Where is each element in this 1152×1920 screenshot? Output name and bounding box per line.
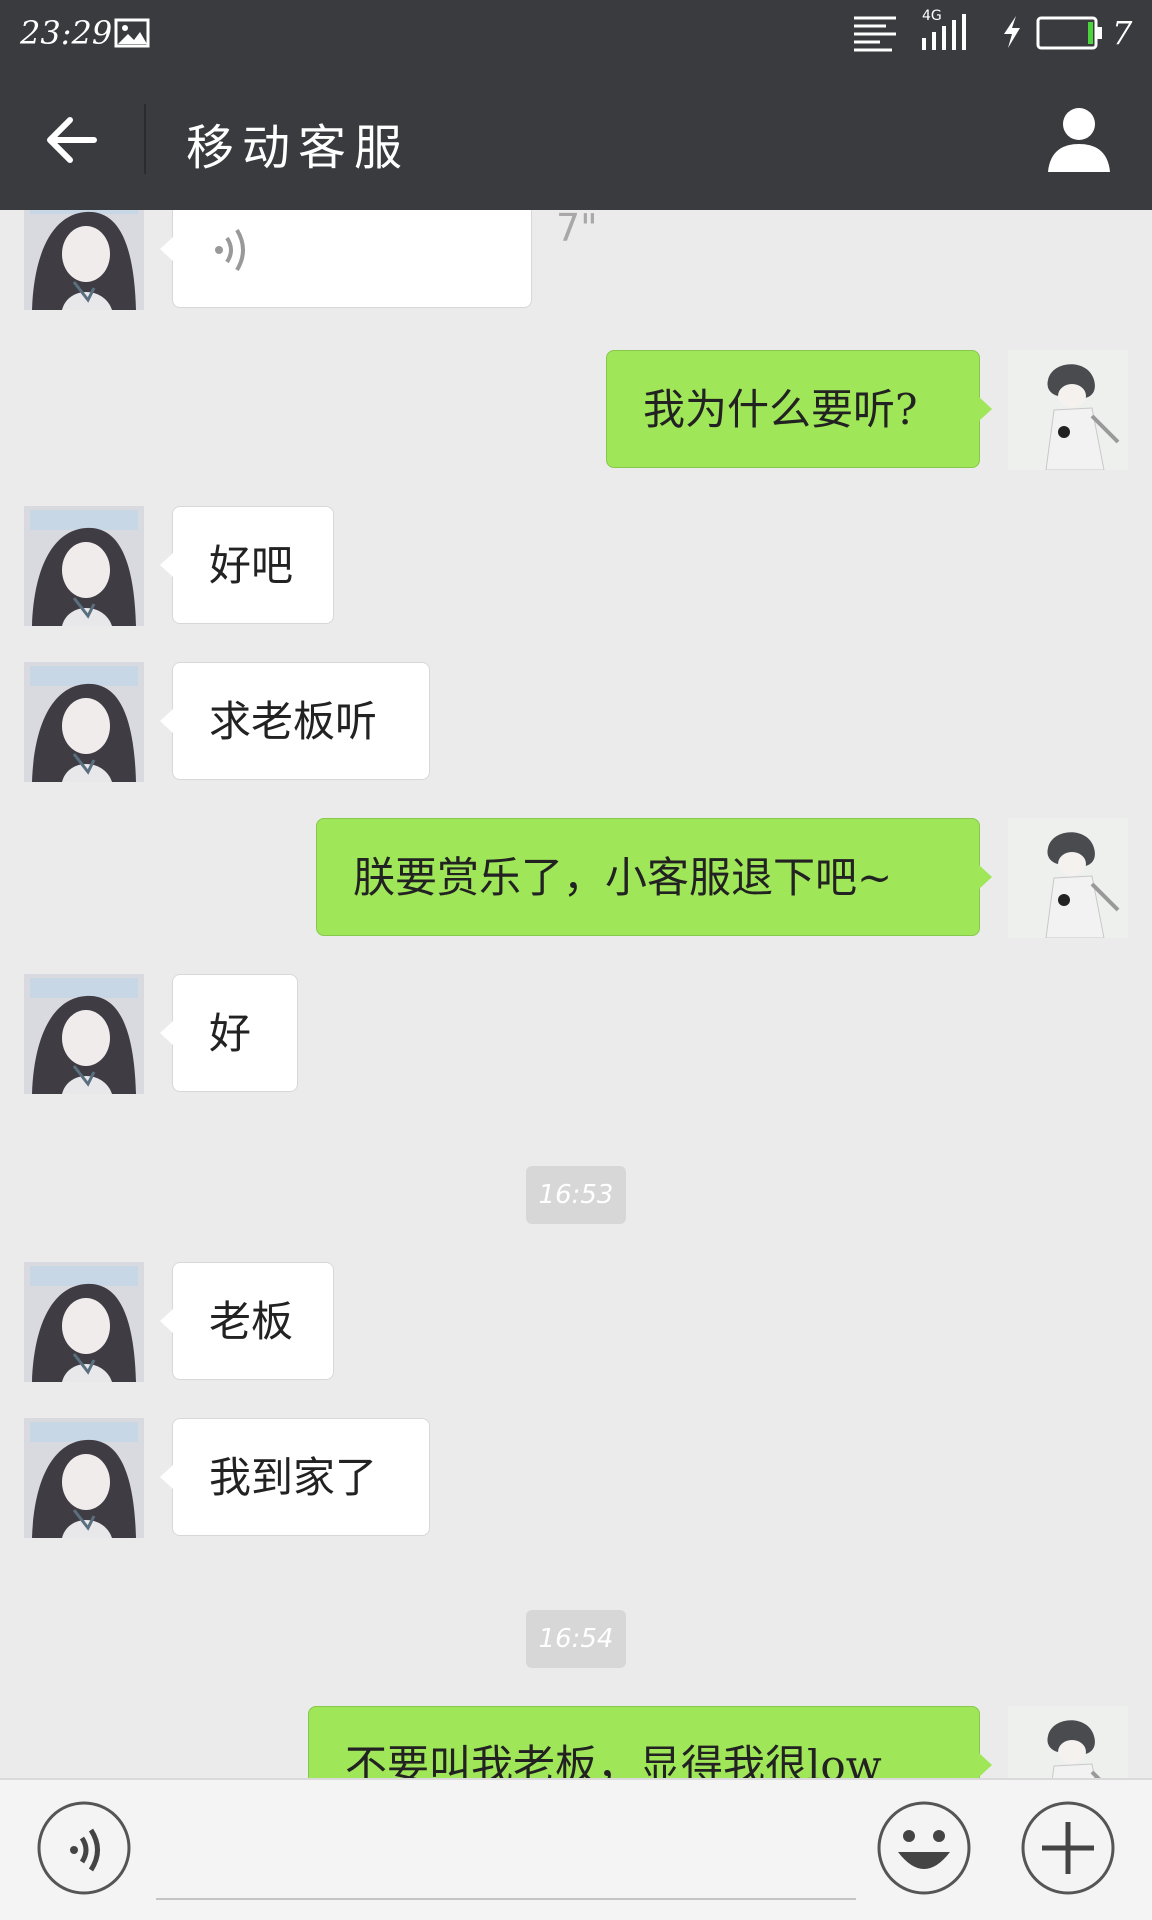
arrow-left-icon	[47, 117, 97, 163]
voice-toggle-button[interactable]	[36, 1800, 132, 1900]
profile-button[interactable]	[1046, 104, 1112, 174]
voice-toggle-icon	[37, 1801, 131, 1895]
outgoing-message-bubble[interactable]: 不要叫我老板，显得我很low	[308, 1706, 992, 1778]
avatar-incoming[interactable]	[24, 974, 144, 1094]
timestamp-divider: 16:54	[526, 1610, 626, 1668]
battery-icon	[1036, 16, 1104, 54]
back-button[interactable]	[40, 108, 104, 172]
timestamp-divider: 16:53	[526, 1166, 626, 1224]
input-bar	[0, 1778, 1152, 1920]
charging-icon	[1000, 14, 1024, 54]
chat-messages[interactable]: 7" 我为什么要听? 好吧 求老板听 朕要赏乐了，小客服退下吧~ 好 16:53…	[0, 210, 1152, 1778]
incoming-message-bubble[interactable]: 我到家了	[160, 1418, 430, 1536]
avatar-incoming[interactable]	[24, 1262, 144, 1382]
avatar-outgoing[interactable]	[1008, 818, 1128, 938]
incoming-message-bubble[interactable]: 求老板听	[160, 662, 430, 780]
emoji-button[interactable]	[876, 1800, 972, 1900]
plus-button[interactable]	[1020, 1800, 1116, 1900]
avatar-outgoing[interactable]	[1008, 1706, 1128, 1778]
status-time: 23:29	[20, 14, 113, 52]
voice-duration: 7"	[556, 210, 598, 250]
avatar-outgoing[interactable]	[1008, 350, 1128, 470]
battery-level: 7	[1112, 14, 1133, 52]
gallery-icon	[114, 18, 150, 52]
incoming-message-bubble[interactable]: 老板	[160, 1262, 334, 1380]
avatar-incoming[interactable]	[24, 662, 144, 782]
status-bar: 23:29 4G 7	[0, 0, 1152, 68]
incoming-message-bubble[interactable]: 好吧	[160, 506, 334, 624]
header-divider	[144, 104, 146, 174]
avatar-incoming[interactable]	[24, 210, 144, 310]
menu-lines-icon	[852, 14, 898, 56]
outgoing-message-bubble[interactable]: 朕要赏乐了，小客服退下吧~	[316, 818, 992, 936]
signal-icon	[920, 12, 976, 56]
voice-wave-icon	[215, 228, 245, 272]
incoming-message-bubble[interactable]: 好	[160, 974, 298, 1092]
plus-icon	[1021, 1801, 1115, 1895]
outgoing-message-bubble[interactable]: 我为什么要听?	[606, 350, 992, 468]
avatar-incoming[interactable]	[24, 1418, 144, 1538]
voice-message-bubble[interactable]	[160, 210, 532, 308]
avatar-incoming[interactable]	[24, 506, 144, 626]
message-input[interactable]	[156, 1812, 856, 1900]
chat-header: 移动客服	[0, 68, 1152, 210]
smiley-icon	[877, 1801, 971, 1895]
person-icon	[1048, 108, 1110, 172]
page-title: 移动客服	[186, 120, 411, 176]
